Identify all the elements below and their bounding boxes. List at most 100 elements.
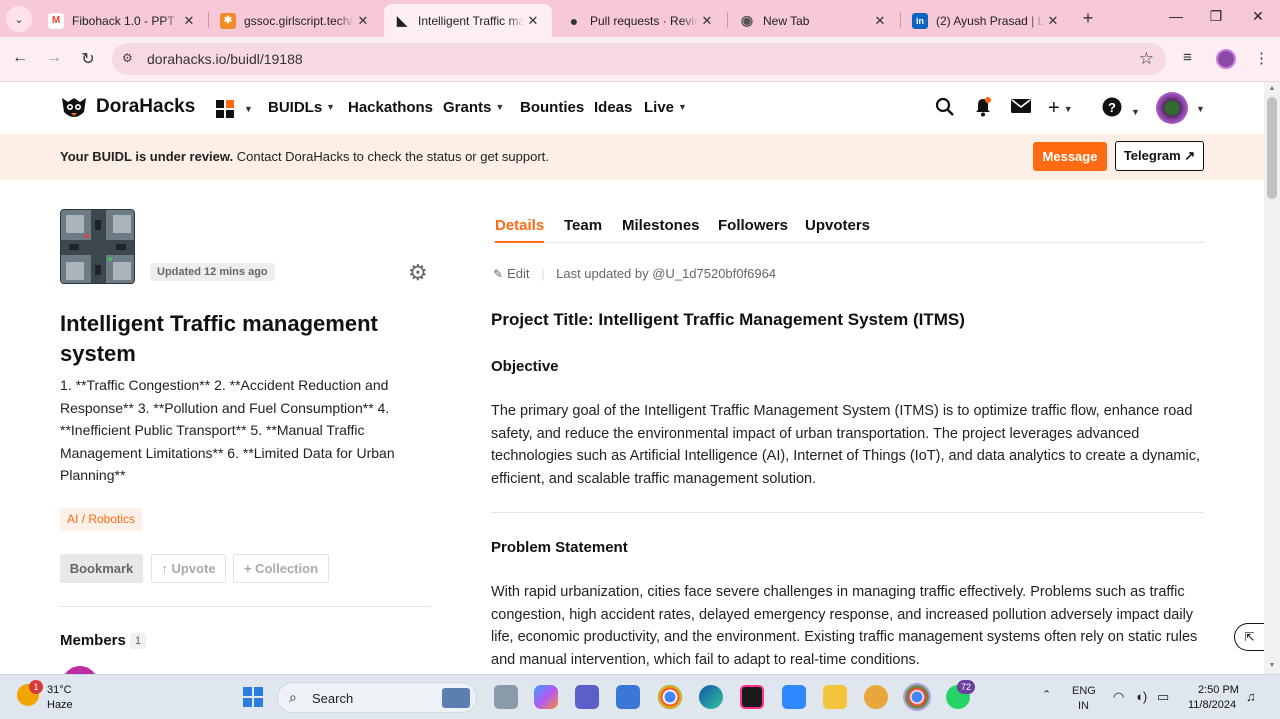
upvote-button[interactable]: ↑ Upvote bbox=[151, 554, 226, 583]
scroll-down-icon[interactable]: ▼ bbox=[1267, 662, 1277, 669]
teams-icon[interactable] bbox=[575, 685, 599, 709]
mail-icon[interactable] bbox=[1010, 97, 1032, 120]
battery-icon[interactable]: ▭ bbox=[1157, 689, 1169, 705]
bookmark-button[interactable]: Bookmark bbox=[60, 554, 143, 583]
minimize-icon[interactable]: — bbox=[1166, 8, 1186, 28]
edge-icon[interactable] bbox=[699, 685, 723, 709]
project-description: 1. **Traffic Congestion** 2. **Accident … bbox=[60, 377, 395, 483]
close-tab-icon[interactable]: ✕ bbox=[698, 13, 716, 29]
windows-start-icon[interactable] bbox=[243, 687, 263, 707]
address-bar[interactable]: ⚙ dorahacks.io/buidl/19188 ☆ bbox=[112, 43, 1166, 75]
linkedin-icon: in bbox=[912, 12, 928, 29]
site-info-icon[interactable]: ⚙ bbox=[122, 51, 133, 65]
create-plus-icon[interactable]: + ▼ bbox=[1048, 97, 1073, 120]
chrome-icon: ◉ bbox=[740, 12, 754, 28]
tab-title: Fibohack 1.0 - PPT Su bbox=[72, 13, 180, 28]
tab-details[interactable]: Details bbox=[495, 217, 545, 243]
tab-followers[interactable]: Followers bbox=[718, 217, 788, 243]
close-tab-icon[interactable]: ✕ bbox=[871, 13, 889, 29]
scrollbar-thumb[interactable] bbox=[1267, 97, 1277, 199]
forward-icon[interactable]: → bbox=[44, 49, 64, 69]
objective-paragraph: The primary goal of the Intelligent Traf… bbox=[491, 403, 1200, 487]
chevron-up-icon[interactable]: ⌃ bbox=[1042, 688, 1051, 701]
share-icon[interactable]: ⇱ bbox=[1234, 623, 1264, 651]
restore-icon[interactable]: ❐ bbox=[1206, 8, 1226, 28]
chevron-down-icon[interactable]: ▼ bbox=[244, 104, 253, 114]
language-region[interactable]: IN bbox=[1078, 700, 1089, 712]
edit-link[interactable]: ✎ Edit bbox=[493, 266, 529, 281]
nav-ideas[interactable]: Ideas bbox=[594, 99, 632, 116]
browser-profile-avatar[interactable] bbox=[1216, 49, 1236, 69]
nav-live[interactable]: Live ▼ bbox=[644, 99, 687, 116]
close-tab-icon[interactable]: ✕ bbox=[1044, 13, 1062, 29]
tab-team[interactable]: Team bbox=[564, 217, 602, 243]
browser-tab[interactable]: M Fibohack 1.0 - PPT Su ✕ bbox=[38, 4, 208, 37]
chrome-icon[interactable] bbox=[658, 685, 682, 709]
reload-icon[interactable]: ↻ bbox=[78, 49, 98, 69]
clock-date[interactable]: 11/8/2024 bbox=[1188, 699, 1236, 711]
close-tab-icon[interactable]: ✕ bbox=[180, 13, 198, 29]
dorahacks-logo[interactable]: DoraHacks bbox=[60, 94, 195, 120]
url-text[interactable]: dorahacks.io/buidl/19188 bbox=[147, 51, 303, 67]
taskbar-search[interactable]: ⌕ Search bbox=[277, 682, 477, 713]
user-avatar[interactable] bbox=[1156, 92, 1188, 124]
project-title: Intelligent Traffic management system bbox=[60, 311, 378, 366]
store-icon[interactable] bbox=[616, 685, 640, 709]
media-controls-icon[interactable]: ≡ bbox=[1183, 49, 1192, 66]
back-icon[interactable]: ← bbox=[10, 49, 30, 69]
copilot-icon[interactable] bbox=[534, 685, 558, 709]
scroll-up-icon[interactable]: ▲ bbox=[1267, 85, 1277, 92]
gear-icon[interactable]: ⚙ bbox=[408, 260, 428, 286]
wifi-icon[interactable]: ◠ bbox=[1113, 689, 1124, 705]
project-thumbnail bbox=[60, 209, 135, 284]
last-updated-text: Last updated by @U_1d7520bf0f6964 bbox=[556, 266, 777, 281]
volume-icon[interactable]: ◖) bbox=[1135, 689, 1147, 704]
bookmark-star-icon[interactable]: ☆ bbox=[1139, 49, 1154, 69]
nav-bounties[interactable]: Bounties bbox=[520, 99, 584, 116]
notepad-icon[interactable] bbox=[782, 685, 806, 709]
nav-hackathons[interactable]: Hackathons bbox=[348, 99, 433, 116]
tab-upvoters[interactable]: Upvoters bbox=[805, 217, 870, 243]
help-icon[interactable]: ? ▼ bbox=[1102, 97, 1140, 122]
nav-buidls[interactable]: BUIDLs ▼ bbox=[268, 99, 335, 116]
apps-grid-icon[interactable] bbox=[216, 100, 234, 118]
browser-tab[interactable]: ● Pull requests · Review ✕ bbox=[556, 4, 726, 37]
banner-message: Your BUIDL is under review. Contact Dora… bbox=[60, 149, 549, 164]
browser-tab[interactable]: ✱ gssoc.girlscript.tech/l ✕ bbox=[210, 4, 382, 37]
dorahacks-icon: ◣ bbox=[397, 12, 407, 28]
chevron-down-icon[interactable]: ▼ bbox=[1196, 104, 1205, 114]
app-badge-icon[interactable] bbox=[864, 685, 888, 709]
notification-bell-icon[interactable] bbox=[974, 97, 992, 122]
tab-title: (2) Ayush Prasad | Lin bbox=[936, 13, 1044, 28]
weather-temperature[interactable]: 31°C bbox=[47, 684, 72, 696]
clock-time[interactable]: 2:50 PM bbox=[1198, 684, 1239, 696]
chevron-down-icon: ▼ bbox=[678, 102, 687, 112]
browser-menu-icon[interactable]: ⋮ bbox=[1254, 49, 1269, 67]
browser-tab[interactable]: ◉ New Tab ✕ bbox=[729, 4, 899, 37]
close-window-icon[interactable]: ✕ bbox=[1248, 8, 1268, 28]
chrome-profile-icon[interactable] bbox=[903, 683, 931, 711]
browser-tab[interactable]: in (2) Ayush Prasad | Lin ✕ bbox=[902, 4, 1072, 37]
gssoc-icon: ✱ bbox=[220, 12, 236, 29]
tab-title: Pull requests · Review bbox=[590, 13, 698, 28]
notification-bell-icon[interactable]: ♫ bbox=[1246, 689, 1256, 704]
close-tab-icon[interactable]: ✕ bbox=[524, 13, 542, 29]
search-icon[interactable] bbox=[935, 97, 955, 122]
add-collection-button[interactable]: + Collection bbox=[233, 554, 329, 583]
close-tab-icon[interactable]: ✕ bbox=[354, 13, 372, 29]
search-highlight-image bbox=[442, 688, 470, 708]
jetbrains-icon[interactable] bbox=[740, 685, 764, 709]
category-tag[interactable]: AI / Robotics bbox=[60, 508, 143, 531]
telegram-button[interactable]: Telegram ↗ bbox=[1115, 141, 1204, 171]
tab-search-button[interactable]: ⌄ bbox=[6, 6, 32, 32]
nav-grants[interactable]: Grants ▼ bbox=[443, 99, 504, 116]
chevron-down-icon: ▼ bbox=[326, 102, 336, 112]
weather-description[interactable]: Haze bbox=[47, 699, 73, 711]
language-indicator[interactable]: ENG bbox=[1072, 685, 1096, 697]
new-tab-button[interactable]: + bbox=[1078, 8, 1098, 28]
tab-milestones[interactable]: Milestones bbox=[622, 217, 700, 243]
task-view-icon[interactable] bbox=[494, 685, 518, 709]
file-explorer-icon[interactable] bbox=[823, 685, 847, 709]
browser-tab-active[interactable]: ◣ Intelligent Traffic man ✕ bbox=[384, 4, 552, 37]
message-button[interactable]: Message bbox=[1033, 142, 1107, 171]
